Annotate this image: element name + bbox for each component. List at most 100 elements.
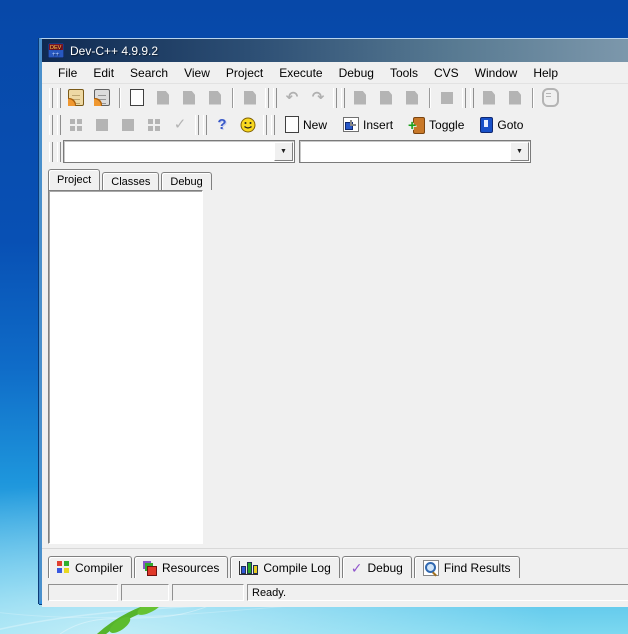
toggle-bookmark-button[interactable]: + Toggle <box>401 113 472 137</box>
toolbar-gripper[interactable] <box>470 88 474 108</box>
mdi-client-area <box>42 190 628 548</box>
open-project-button[interactable] <box>89 86 115 110</box>
debug-tab-icon: ✓ <box>351 561 363 575</box>
chevron-down-icon: ▼ <box>280 148 287 155</box>
toolbar-combos: ▼ ▼ <box>42 138 628 165</box>
chevron-down-icon: ▼ <box>516 148 523 155</box>
toolbar-specials: ✓ ? New Insert + Toggle Goto <box>42 111 628 138</box>
toolbar-gripper[interactable] <box>333 88 337 108</box>
menu-item-execute[interactable]: Execute <box>271 64 330 82</box>
new-button[interactable]: New <box>277 113 335 137</box>
redo-icon: ↷ <box>312 90 325 105</box>
find-results-tab-label: Find Results <box>444 561 511 575</box>
status-message: Ready. <box>252 587 286 599</box>
svg-text:++: ++ <box>52 52 60 58</box>
toolbar-gripper[interactable] <box>462 88 466 108</box>
toolbar-gripper[interactable] <box>341 88 345 108</box>
insert-button[interactable]: Insert <box>335 113 401 137</box>
new-project-icon <box>68 89 84 106</box>
compile-button <box>347 86 373 110</box>
check-icon: ✓ <box>174 117 187 132</box>
toolbar-gripper[interactable] <box>57 142 61 162</box>
title-bar[interactable]: DEV ++ Dev-C++ 4.9.9.2 <box>42 39 628 62</box>
toolbar-gripper[interactable] <box>265 88 269 108</box>
toolbar-separator <box>532 88 533 108</box>
compile-and-run-button <box>399 86 425 110</box>
left-pane-tabs: Project Classes Debug <box>42 165 628 190</box>
new-function-icon <box>96 119 108 131</box>
toolbar-combobox-1[interactable]: ▼ <box>63 140 295 163</box>
status-panel-2 <box>121 584 169 601</box>
tab-classes[interactable]: Classes <box>102 172 159 190</box>
rebuild-all-button <box>434 86 460 110</box>
menu-item-debug[interactable]: Debug <box>331 64 382 82</box>
toggle-icon: + <box>409 117 425 133</box>
about-button[interactable] <box>235 113 261 137</box>
project-tree-panel[interactable] <box>48 190 203 544</box>
print-button <box>237 86 263 110</box>
toolbar-gripper[interactable] <box>57 88 61 108</box>
save-icon <box>157 91 169 105</box>
app-icon: DEV ++ <box>48 43 64 58</box>
menu-item-project[interactable]: Project <box>218 64 271 82</box>
undo-button: ↶ <box>279 86 305 110</box>
profile-icon <box>509 91 521 105</box>
debug-tab-label: Debug <box>367 561 402 575</box>
close-button <box>202 86 228 110</box>
bottom-tab-compiler[interactable]: Compiler <box>48 556 132 578</box>
toolbar-gripper[interactable] <box>263 115 267 135</box>
tab-debug[interactable]: Debug <box>161 172 211 190</box>
toolbar-gripper[interactable] <box>49 142 53 162</box>
bottom-tab-find-results[interactable]: Find Results <box>414 556 520 578</box>
combobox-1-dropdown-button[interactable]: ▼ <box>274 142 293 161</box>
bottom-tab-compile-log[interactable]: Compile Log <box>230 556 339 578</box>
menu-item-edit[interactable]: Edit <box>85 64 122 82</box>
run-button <box>373 86 399 110</box>
bottom-tab-resources[interactable]: Resources <box>134 556 228 578</box>
toolbar-gripper[interactable] <box>49 115 53 135</box>
toolbar-gripper[interactable] <box>57 115 61 135</box>
toolbar-gripper[interactable] <box>271 115 275 135</box>
new-variable-icon <box>122 119 134 131</box>
smiley-icon <box>240 117 256 133</box>
new-variable-button <box>115 113 141 137</box>
menu-item-file[interactable]: File <box>50 64 85 82</box>
menu-item-view[interactable]: View <box>176 64 218 82</box>
menu-item-help[interactable]: Help <box>525 64 566 82</box>
toolbar-separator <box>232 88 233 108</box>
bottom-tab-debug[interactable]: ✓ Debug <box>342 556 412 578</box>
menu-bar: File Edit Search View Project Execute De… <box>42 62 628 84</box>
rebuild-all-icon <box>441 92 453 104</box>
tab-project[interactable]: Project <box>48 169 100 190</box>
new-button-label: New <box>303 118 327 132</box>
compile-and-run-icon <box>406 91 418 105</box>
toolbar-separator <box>119 88 120 108</box>
open-icon <box>94 89 110 106</box>
toolbar-gripper[interactable] <box>49 88 53 108</box>
new-struct-button <box>141 113 167 137</box>
goto-bookmark-button[interactable]: Goto <box>472 113 531 137</box>
menu-item-search[interactable]: Search <box>122 64 176 82</box>
save-button <box>150 86 176 110</box>
report-tabs: Compiler Resources Compile Log ✓ Debug F… <box>42 548 628 578</box>
toolbar-combobox-2[interactable]: ▼ <box>299 140 531 163</box>
profile-button <box>502 86 528 110</box>
help-button[interactable]: ? <box>209 113 235 137</box>
tab-classes-label: Classes <box>111 176 150 188</box>
menu-item-cvs[interactable]: CVS <box>426 64 467 82</box>
insert-button-label: Insert <box>363 118 393 132</box>
menu-item-window[interactable]: Window <box>467 64 526 82</box>
toolbar-gripper[interactable] <box>195 115 199 135</box>
goto-button-label: Goto <box>497 118 523 132</box>
combobox-2-dropdown-button[interactable]: ▼ <box>510 142 529 161</box>
status-panel-3 <box>172 584 244 601</box>
tab-project-label: Project <box>57 174 91 186</box>
status-bar: Ready. <box>42 578 628 607</box>
new-source-icon <box>130 89 144 106</box>
new-project-button[interactable] <box>63 86 89 110</box>
resources-tab-icon <box>143 561 157 575</box>
new-source-button[interactable] <box>124 86 150 110</box>
menu-item-tools[interactable]: Tools <box>382 64 426 82</box>
toolbar-gripper[interactable] <box>203 115 207 135</box>
toolbar-gripper[interactable] <box>273 88 277 108</box>
